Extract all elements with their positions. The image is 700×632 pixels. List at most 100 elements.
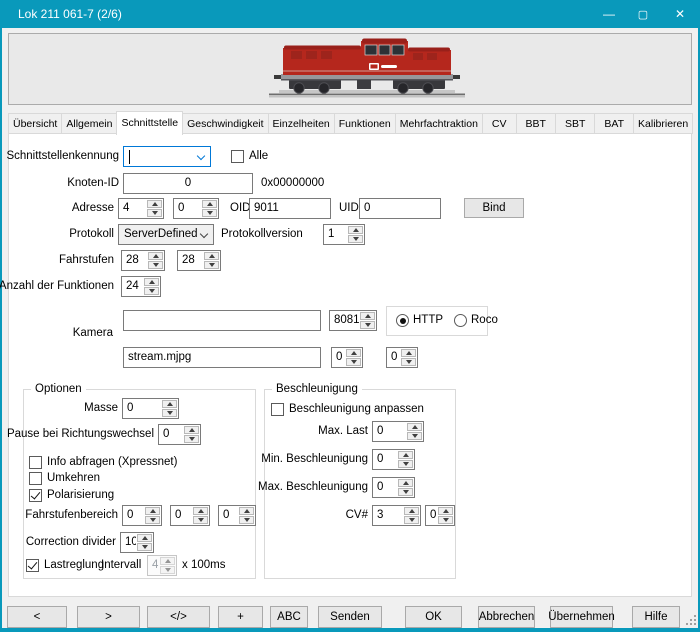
spin-down-button[interactable] [144, 287, 159, 295]
correction-divider-spinner[interactable]: 10 [120, 532, 154, 553]
uid-input[interactable]: 0 [359, 198, 441, 219]
spin-down-button[interactable] [398, 460, 413, 468]
fahrstufen-spinner-1[interactable]: 28 [121, 250, 165, 271]
tab-einzelheiten[interactable]: Einzelheiten [268, 113, 335, 134]
adresse-spinner-1[interactable]: 4 [118, 198, 164, 219]
tab-uebersicht[interactable]: Übersicht [8, 113, 62, 134]
spin-down-button[interactable] [147, 209, 162, 217]
spin-down-button[interactable] [148, 261, 163, 269]
next-button[interactable]: > [77, 606, 140, 628]
prev-button[interactable]: < [7, 606, 67, 628]
spin-down-button[interactable] [145, 516, 160, 524]
http-radio[interactable] [396, 314, 409, 327]
kamera-stream-input[interactable]: stream.mjpg [123, 347, 321, 368]
kamera-spinner-2[interactable]: 0 [386, 347, 418, 368]
spin-up-button[interactable] [204, 252, 219, 260]
spin-up-button[interactable] [360, 312, 375, 320]
kennung-combobox[interactable] [123, 146, 211, 167]
spin-down-button[interactable] [202, 209, 217, 217]
resize-grip[interactable] [686, 615, 696, 625]
protokollversion-spinner[interactable]: 1 [323, 224, 365, 245]
spin-down-button[interactable] [407, 432, 422, 440]
spin-up-button[interactable] [162, 400, 177, 408]
spin-up-button[interactable] [404, 507, 419, 515]
code-button[interactable]: </> [147, 606, 210, 628]
spin-up-button[interactable] [193, 507, 208, 515]
fahrstufenbereich-spinner-1[interactable]: 0 [122, 505, 162, 526]
adresse-spinner-2[interactable]: 0 [173, 198, 219, 219]
spin-up-button[interactable] [401, 349, 416, 357]
spin-up-button[interactable] [407, 423, 422, 431]
max-last-spinner[interactable]: 0 [372, 421, 424, 442]
spin-up-button[interactable] [398, 451, 413, 459]
spin-down-button[interactable] [404, 516, 419, 524]
minimize-icon[interactable]: — [592, 0, 626, 28]
knoten-id-input[interactable]: 0 [123, 173, 253, 194]
spin-down-button[interactable] [239, 516, 254, 524]
tab-allgemein[interactable]: Allgemein [61, 113, 117, 134]
chevron-down-icon[interactable] [200, 230, 208, 238]
anzahl-funktionen-spinner[interactable]: 24 [121, 276, 161, 297]
info-abfragen-checkbox[interactable] [29, 456, 42, 469]
spin-up-button[interactable] [346, 349, 361, 357]
kamera-url-input[interactable] [123, 310, 321, 331]
tab-kalibrieren[interactable]: Kalibrieren [633, 113, 693, 134]
tab-geschwindigkeit[interactable]: Geschwindigkeit [182, 113, 268, 134]
tab-schnittstelle[interactable]: Schnittstelle [116, 111, 183, 135]
senden-button[interactable]: Senden [318, 606, 382, 628]
roco-radio[interactable] [454, 314, 467, 327]
beschleunigung-anpassen-checkbox[interactable] [271, 403, 284, 416]
spin-up-button[interactable] [398, 479, 413, 487]
tab-funktionen[interactable]: Funktionen [334, 113, 396, 134]
tab-bat[interactable]: BAT [594, 113, 634, 134]
spin-down-button[interactable] [360, 321, 375, 329]
maximize-icon[interactable]: ▢ [626, 0, 660, 28]
hilfe-button[interactable]: Hilfe [632, 606, 680, 628]
tab-sbt[interactable]: SBT [555, 113, 595, 134]
close-icon[interactable]: ✕ [663, 0, 697, 28]
chevron-down-icon[interactable] [197, 152, 205, 160]
spin-down-button[interactable] [160, 566, 175, 574]
tab-cv[interactable]: CV [482, 113, 517, 134]
spin-up-button[interactable] [147, 200, 162, 208]
min-beschleunigung-spinner[interactable]: 0 [372, 449, 415, 470]
spin-up-button[interactable] [160, 557, 175, 565]
cv-spinner-1[interactable]: 3 [372, 505, 421, 526]
polarisierung-checkbox[interactable] [29, 489, 42, 502]
add-button[interactable]: + [218, 606, 263, 628]
uebernehmen-button[interactable]: Übernehmen [550, 606, 613, 628]
spin-down-button[interactable] [162, 409, 177, 417]
ok-button[interactable]: OK [405, 606, 462, 628]
spin-up-button[interactable] [438, 507, 453, 515]
cv-spinner-2[interactable]: 0 [425, 505, 455, 526]
fahrstufenbereich-spinner-2[interactable]: 0 [170, 505, 210, 526]
kamera-port-spinner[interactable]: 8081 [329, 310, 377, 331]
umkehren-checkbox[interactable] [29, 472, 42, 485]
spin-up-button[interactable] [145, 507, 160, 515]
spin-up-button[interactable] [202, 200, 217, 208]
spin-up-button[interactable] [348, 226, 363, 234]
bind-button[interactable]: Bind [464, 198, 524, 218]
lastreglung-checkbox[interactable] [26, 559, 39, 572]
spin-down-button[interactable] [184, 435, 199, 443]
masse-spinner[interactable]: 0 [122, 398, 179, 419]
max-beschleunigung-spinner[interactable]: 0 [372, 477, 415, 498]
tab-mehrfachtraktion[interactable]: Mehrfachtraktion [395, 113, 483, 134]
spin-down-button[interactable] [348, 235, 363, 243]
spin-up-button[interactable] [148, 252, 163, 260]
spin-up-button[interactable] [184, 426, 199, 434]
fahrstufen-spinner-2[interactable]: 28 [177, 250, 221, 271]
spin-up-button[interactable] [239, 507, 254, 515]
alle-checkbox[interactable] [231, 150, 244, 163]
spin-down-button[interactable] [193, 516, 208, 524]
kamera-spinner-1[interactable]: 0 [331, 347, 363, 368]
spin-down-button[interactable] [204, 261, 219, 269]
spin-down-button[interactable] [137, 543, 152, 551]
tab-bbt[interactable]: BBT [516, 113, 556, 134]
protokoll-combobox[interactable]: ServerDefined [118, 224, 214, 245]
spin-down-button[interactable] [346, 358, 361, 366]
spin-down-button[interactable] [438, 516, 453, 524]
fahrstufenbereich-spinner-3[interactable]: 0 [218, 505, 256, 526]
spin-up-button[interactable] [144, 278, 159, 286]
spin-down-button[interactable] [401, 358, 416, 366]
